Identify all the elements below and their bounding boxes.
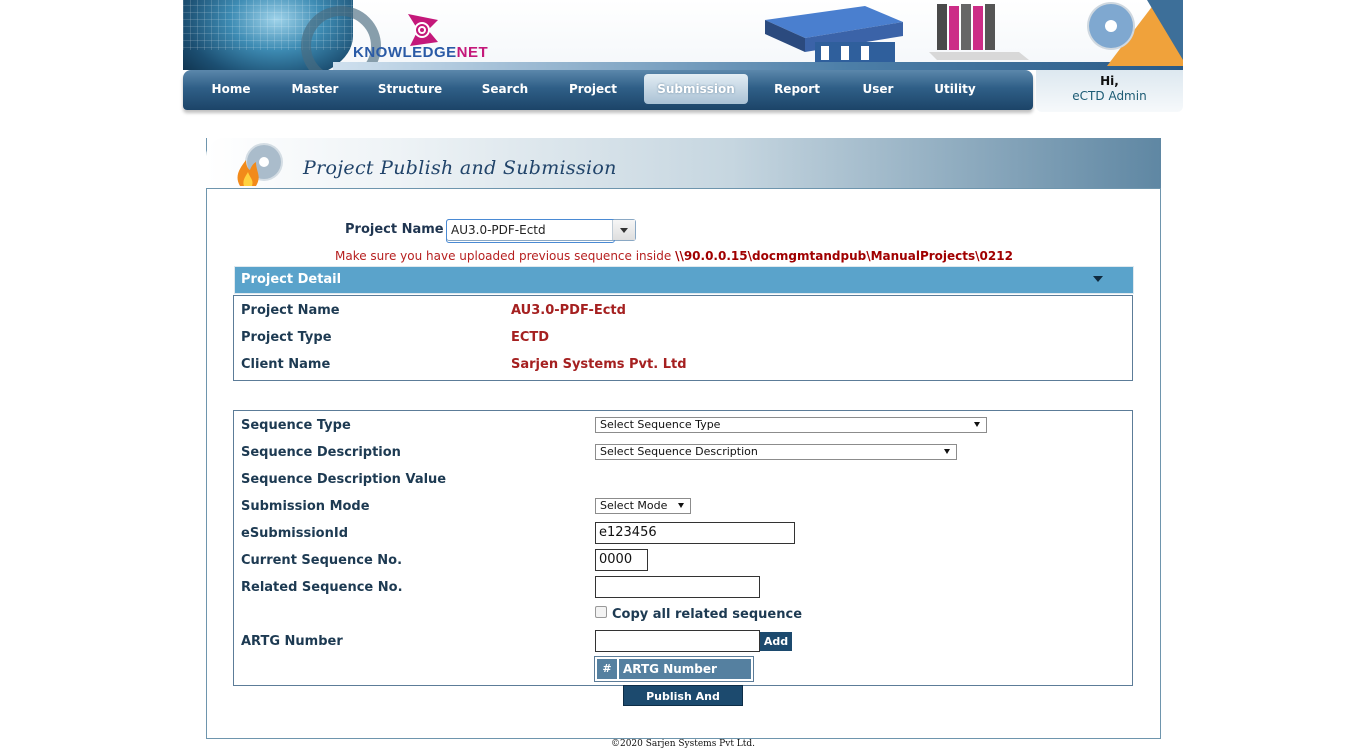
cd-disc-graphic — [1087, 0, 1183, 66]
nav-search[interactable]: Search — [473, 70, 537, 106]
nav-submission[interactable]: Submission — [644, 74, 748, 104]
esubmission-id-label: eSubmissionId — [241, 526, 349, 541]
copy-related-checkbox[interactable] — [595, 606, 607, 618]
project-detail-header[interactable]: Project Detail — [234, 266, 1134, 294]
add-artg-button[interactable]: Add — [760, 632, 792, 651]
main-nav: Home Master Structure Search Project Sub… — [183, 70, 1033, 110]
greeting-text: Hi, — [1100, 74, 1119, 88]
cd-burn-icon — [237, 143, 283, 186]
nav-report[interactable]: Report — [767, 70, 827, 106]
project-name-select[interactable]: AU3.0-PDF-Ectd — [446, 219, 636, 243]
header-banner: KNOWLEDGENET — [183, 0, 1183, 70]
sequence-description-label: Sequence Description — [241, 445, 401, 460]
copy-related-label[interactable]: Copy all related sequence — [612, 607, 802, 622]
nav-master[interactable]: Master — [283, 70, 347, 106]
binders-graphic — [765, 6, 903, 62]
sequence-description-select[interactable]: Select Sequence Description — [595, 444, 957, 460]
related-sequence-input[interactable] — [595, 576, 760, 598]
submission-mode-label: Submission Mode — [241, 499, 370, 514]
nav-structure[interactable]: Structure — [373, 70, 447, 106]
collapse-arrow-icon[interactable] — [1093, 276, 1103, 282]
current-sequence-input[interactable]: 0000 — [595, 549, 648, 571]
publish-and-submit-button[interactable]: Publish And Submit — [623, 685, 743, 724]
artg-grid-hash-header: # — [597, 659, 617, 679]
current-sequence-label: Current Sequence No. — [241, 553, 403, 568]
page-title: Project Publish and Submission — [303, 157, 617, 179]
sequence-description-value-label: Sequence Description Value — [241, 472, 447, 487]
footer-copyright: ©2020 Sarjen Systems Pvt Ltd. — [610, 739, 756, 749]
project-name-label: Project Name — [345, 222, 444, 237]
detail-value-client-name: Sarjen Systems Pvt. Ltd — [511, 357, 687, 372]
detail-label-project-name: Project Name — [241, 303, 340, 318]
upload-warning: Make sure you have uploaded previous seq… — [335, 249, 1013, 263]
artg-number-input[interactable] — [595, 630, 760, 652]
file-shelf-graphic — [929, 4, 1029, 60]
artg-grid-column-header: ARTG Number — [619, 659, 751, 679]
user-name: eCTD Admin — [1072, 89, 1147, 103]
sequence-type-label: Sequence Type — [241, 418, 351, 433]
nav-utility[interactable]: Utility — [927, 70, 983, 106]
warning-path: \\90.0.0.15\docmgmtandpub\ManualProjects… — [675, 249, 1013, 263]
user-greeting: Hi, eCTD Admin — [1036, 70, 1183, 112]
chevron-down-icon[interactable] — [612, 220, 635, 240]
detail-label-client-name: Client Name — [241, 357, 331, 372]
submission-mode-select[interactable]: Select Mode — [595, 498, 691, 514]
detail-value-project-name: AU3.0-PDF-Ectd — [511, 303, 626, 318]
warning-text: Make sure you have uploaded previous seq… — [335, 249, 676, 263]
detail-value-project-type: ECTD — [511, 330, 550, 345]
panel-header: Project Publish and Submission — [206, 138, 1161, 189]
nav-project[interactable]: Project — [559, 70, 627, 106]
sequence-type-select[interactable]: Select Sequence Type — [595, 417, 987, 433]
detail-label-project-type: Project Type — [241, 330, 332, 345]
project-detail-title: Project Detail — [241, 272, 342, 287]
esubmission-id-input[interactable]: e123456 — [595, 522, 795, 544]
nav-user[interactable]: User — [853, 70, 903, 106]
project-select-value: AU3.0-PDF-Ectd — [451, 223, 546, 237]
artg-grid: # ARTG Number — [594, 656, 754, 682]
brand-logo-text: KNOWLEDGENET — [353, 44, 489, 61]
nav-home[interactable]: Home — [203, 70, 259, 106]
artg-number-label: ARTG Number — [241, 634, 343, 649]
related-sequence-label: Related Sequence No. — [241, 580, 403, 595]
